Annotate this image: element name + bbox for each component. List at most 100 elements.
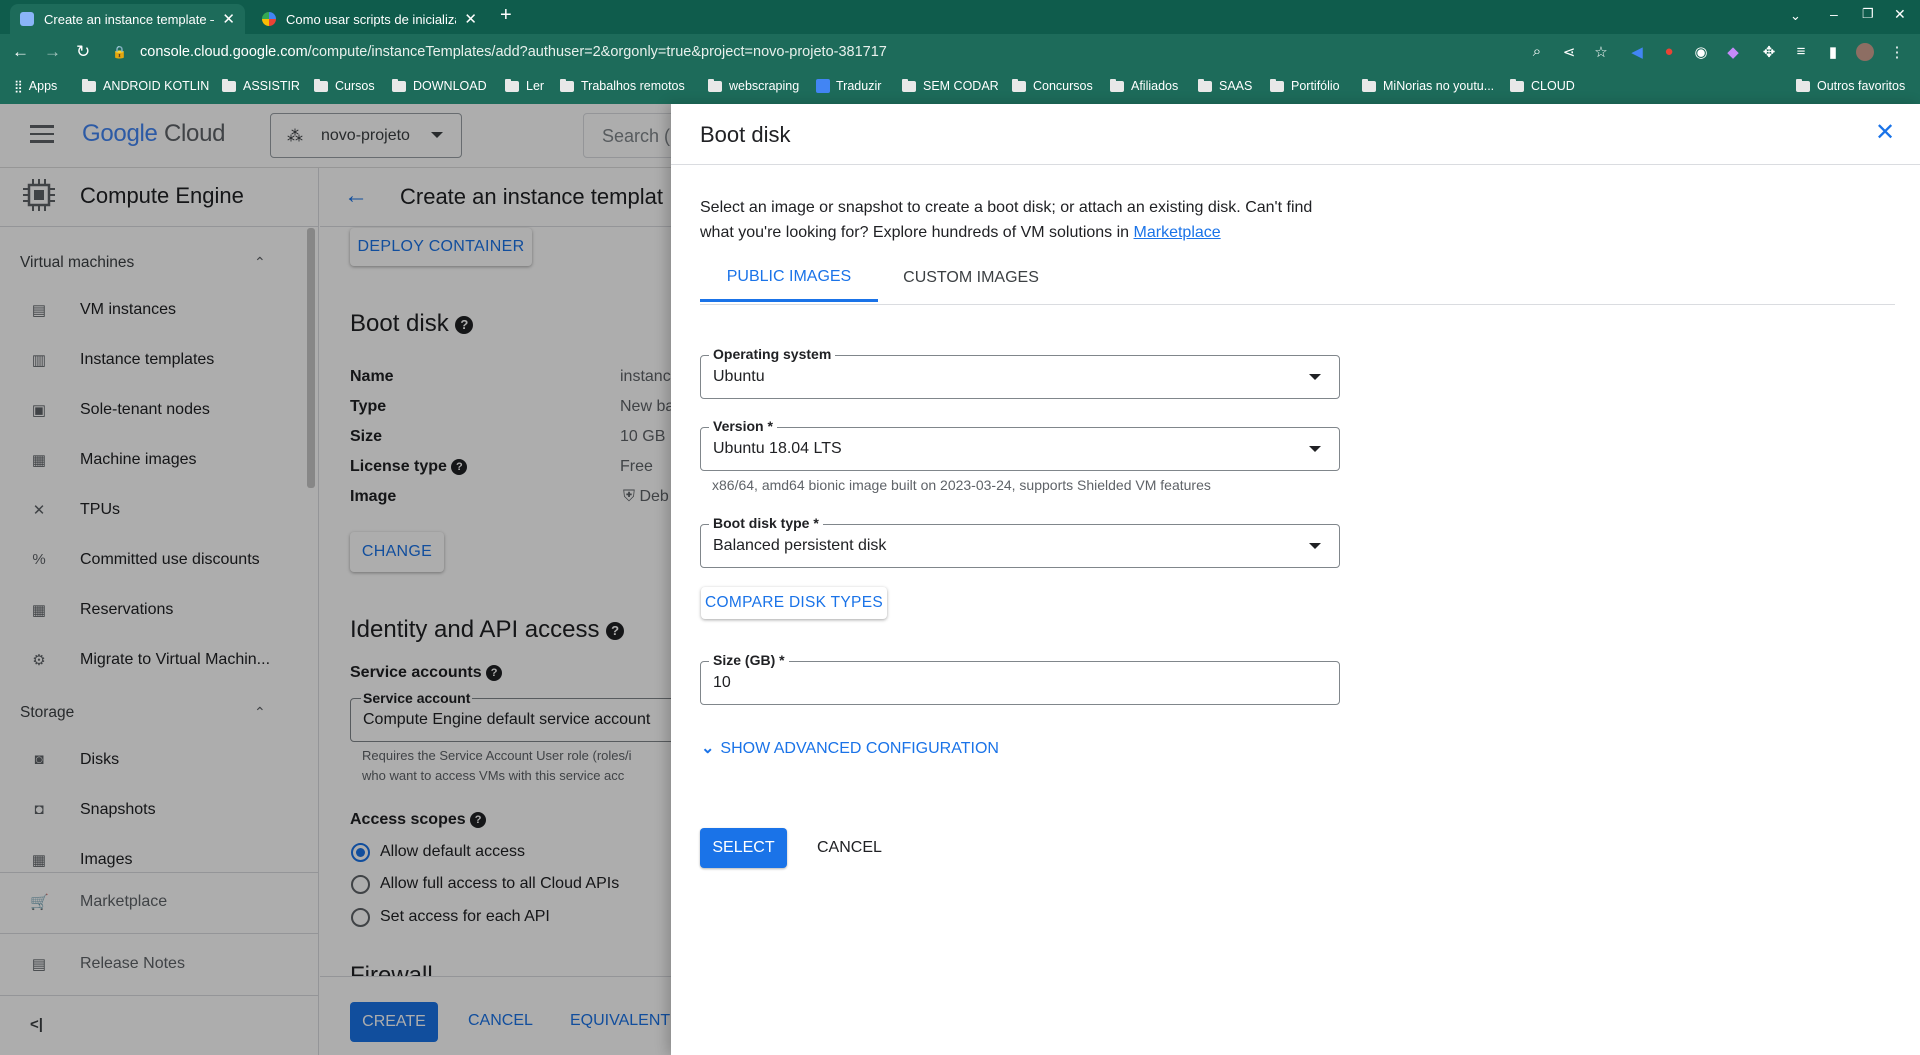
folder-icon bbox=[560, 78, 574, 92]
bookmark-folder[interactable]: Trabalhos remotos bbox=[560, 78, 685, 93]
zoom-icon[interactable]: ⌕ bbox=[1528, 43, 1546, 61]
description-text: what you're looking for? Explore hundred… bbox=[700, 224, 1134, 241]
reading-list-icon[interactable]: ≡ bbox=[1792, 43, 1810, 61]
bookmark-apps[interactable]: ⣿ Apps bbox=[14, 79, 57, 93]
bookmark-label: Outros favoritos bbox=[1817, 79, 1906, 93]
bookmark-folder[interactable]: DOWNLOAD bbox=[392, 78, 487, 93]
bookmark-folder[interactable]: Cursos bbox=[314, 78, 375, 93]
folder-icon bbox=[1510, 78, 1524, 92]
close-icon[interactable]: ✕ bbox=[464, 10, 477, 28]
bookmark-label: ASSISTIR bbox=[243, 79, 300, 93]
folder-icon bbox=[82, 78, 96, 92]
bookmark-folder[interactable]: Ler bbox=[505, 78, 544, 93]
bookmark-label: Concursos bbox=[1033, 79, 1093, 93]
panel-cancel-button[interactable]: CANCEL bbox=[817, 839, 882, 857]
size-input[interactable]: Size (GB) * 10 bbox=[700, 652, 1340, 705]
extension-2-icon[interactable]: ● bbox=[1660, 43, 1678, 61]
bookmark-folder[interactable]: CLOUD bbox=[1510, 78, 1575, 93]
bookmark-label: ANDROID KOTLIN bbox=[103, 79, 210, 93]
minimize-icon[interactable]: – bbox=[1830, 6, 1838, 22]
folder-icon bbox=[1198, 78, 1212, 92]
bookmark-translate[interactable]: Traduzir bbox=[816, 79, 881, 93]
bookmark-folder[interactable]: SEM CODAR bbox=[902, 78, 999, 93]
panel-title: Boot disk bbox=[700, 122, 791, 147]
folder-icon bbox=[1270, 78, 1284, 92]
boot-disk-type-select[interactable]: Boot disk type * Balanced persistent dis… bbox=[700, 515, 1340, 568]
bookmark-folder[interactable]: SAAS bbox=[1198, 78, 1253, 93]
url-path: /compute/instanceTemplates/add?authuser=… bbox=[307, 44, 887, 60]
bookmark-label: CLOUD bbox=[1531, 79, 1575, 93]
close-icon[interactable]: ✕ bbox=[222, 10, 235, 28]
panel-description: Select an image or snapshot to create a … bbox=[700, 199, 1313, 216]
extension-1-icon[interactable]: ◀ bbox=[1628, 43, 1646, 61]
version-hint: x86/64, amd64 bionic image built on 2023… bbox=[712, 477, 1211, 493]
share-icon[interactable]: ⋖ bbox=[1560, 43, 1578, 61]
modal-scrim[interactable] bbox=[0, 104, 671, 1055]
extension-3-icon[interactable]: ◉ bbox=[1692, 43, 1710, 61]
restore-icon[interactable]: ❐ bbox=[1862, 6, 1874, 22]
panel-description: what you're looking for? Explore hundred… bbox=[700, 224, 1221, 242]
show-advanced-toggle[interactable]: ⌄ SHOW ADVANCED CONFIGURATION bbox=[701, 738, 999, 758]
folder-icon bbox=[1110, 78, 1124, 92]
bookmark-label: webscraping bbox=[729, 79, 800, 93]
bookmark-label: DOWNLOAD bbox=[413, 79, 487, 93]
close-panel-icon[interactable]: ✕ bbox=[1875, 118, 1895, 147]
tab-custom-images[interactable]: CUSTOM IMAGES bbox=[881, 254, 1061, 302]
extensions-puzzle-icon[interactable]: ✥ bbox=[1760, 43, 1778, 61]
bookmark-folder[interactable]: Concursos bbox=[1012, 78, 1093, 93]
url-field[interactable]: console.cloud.google.com/compute/instanc… bbox=[140, 44, 887, 60]
side-panel-icon[interactable]: ▮ bbox=[1824, 43, 1842, 61]
dropdown-arrow-icon bbox=[1309, 446, 1321, 452]
bookmark-folder[interactable]: Portifólio bbox=[1270, 78, 1340, 93]
version-select[interactable]: Version * Ubuntu 18.04 LTS bbox=[700, 418, 1340, 471]
folder-icon bbox=[1796, 78, 1810, 92]
more-menu-icon[interactable]: ⋮ bbox=[1888, 43, 1906, 61]
extension-4-icon[interactable]: ◆ bbox=[1724, 43, 1742, 61]
bookmark-label: Trabalhos remotos bbox=[581, 79, 685, 93]
bookmark-folder[interactable]: Afiliados bbox=[1110, 78, 1178, 93]
field-value: 10 bbox=[713, 674, 731, 691]
forward-icon[interactable]: → bbox=[44, 42, 61, 62]
field-label: Operating system bbox=[709, 346, 836, 362]
bookmark-folder[interactable]: webscraping bbox=[708, 78, 800, 93]
folder-icon bbox=[314, 78, 328, 92]
select-button[interactable]: SELECT bbox=[700, 828, 787, 868]
folder-icon bbox=[708, 78, 722, 92]
marketplace-link[interactable]: Marketplace bbox=[1134, 224, 1221, 241]
bookmarks-bar: ⣿ Apps ANDROID KOTLIN ASSISTIR Cursos DOW… bbox=[0, 70, 1920, 104]
new-tab-button[interactable]: + bbox=[500, 4, 512, 27]
window-close-icon[interactable]: ✕ bbox=[1894, 6, 1906, 23]
cloud-favicon-icon bbox=[20, 12, 34, 26]
field-label: Boot disk type * bbox=[709, 515, 823, 531]
bookmark-folder[interactable]: ASSISTIR bbox=[222, 78, 300, 93]
operating-system-select[interactable]: Operating system Ubuntu bbox=[700, 346, 1340, 399]
tab-public-images[interactable]: PUBLIC IMAGES bbox=[700, 254, 878, 302]
back-icon[interactable]: ← bbox=[12, 42, 29, 62]
bookmark-star-icon[interactable]: ☆ bbox=[1592, 43, 1610, 61]
tab-create-instance-template[interactable]: Create an instance template – ( ✕ bbox=[10, 4, 245, 34]
bookmark-folder[interactable]: ANDROID KOTLIN bbox=[82, 78, 210, 93]
compare-disk-types-button[interactable]: COMPARE DISK TYPES bbox=[701, 587, 887, 619]
other-bookmarks[interactable]: Outros favoritos bbox=[1796, 78, 1906, 93]
chevron-down-icon: ⌄ bbox=[701, 740, 715, 757]
lock-icon[interactable]: 🔒 bbox=[112, 45, 127, 59]
apps-grid-icon: ⣿ bbox=[14, 79, 23, 93]
bookmark-label: MiNorias no youtu... bbox=[1383, 79, 1495, 93]
translate-icon bbox=[816, 79, 830, 93]
tab-title: Create an instance template – ( bbox=[44, 11, 215, 27]
bookmark-label: SAAS bbox=[1219, 79, 1253, 93]
field-label: Size (GB) * bbox=[709, 652, 789, 668]
browser-tab-strip: Create an instance template – ( ✕ Como u… bbox=[0, 0, 1920, 34]
bookmark-label: Apps bbox=[28, 79, 58, 93]
profile-avatar[interactable] bbox=[1856, 43, 1874, 61]
tab-scripts[interactable]: Como usar scripts de inicializaç ✕ bbox=[252, 4, 487, 34]
dropdown-arrow-icon bbox=[1309, 543, 1321, 549]
field-value: Ubuntu bbox=[713, 368, 765, 385]
folder-icon bbox=[505, 78, 519, 92]
bookmark-folder[interactable]: MiNorias no youtu... bbox=[1362, 78, 1495, 93]
url-host: console.cloud.google.com bbox=[140, 44, 308, 60]
field-value: Balanced persistent disk bbox=[713, 537, 887, 554]
reload-icon[interactable]: ↻ bbox=[76, 42, 90, 62]
folder-icon bbox=[1362, 78, 1376, 92]
tab-search-icon[interactable]: ⌄ bbox=[1790, 8, 1801, 24]
